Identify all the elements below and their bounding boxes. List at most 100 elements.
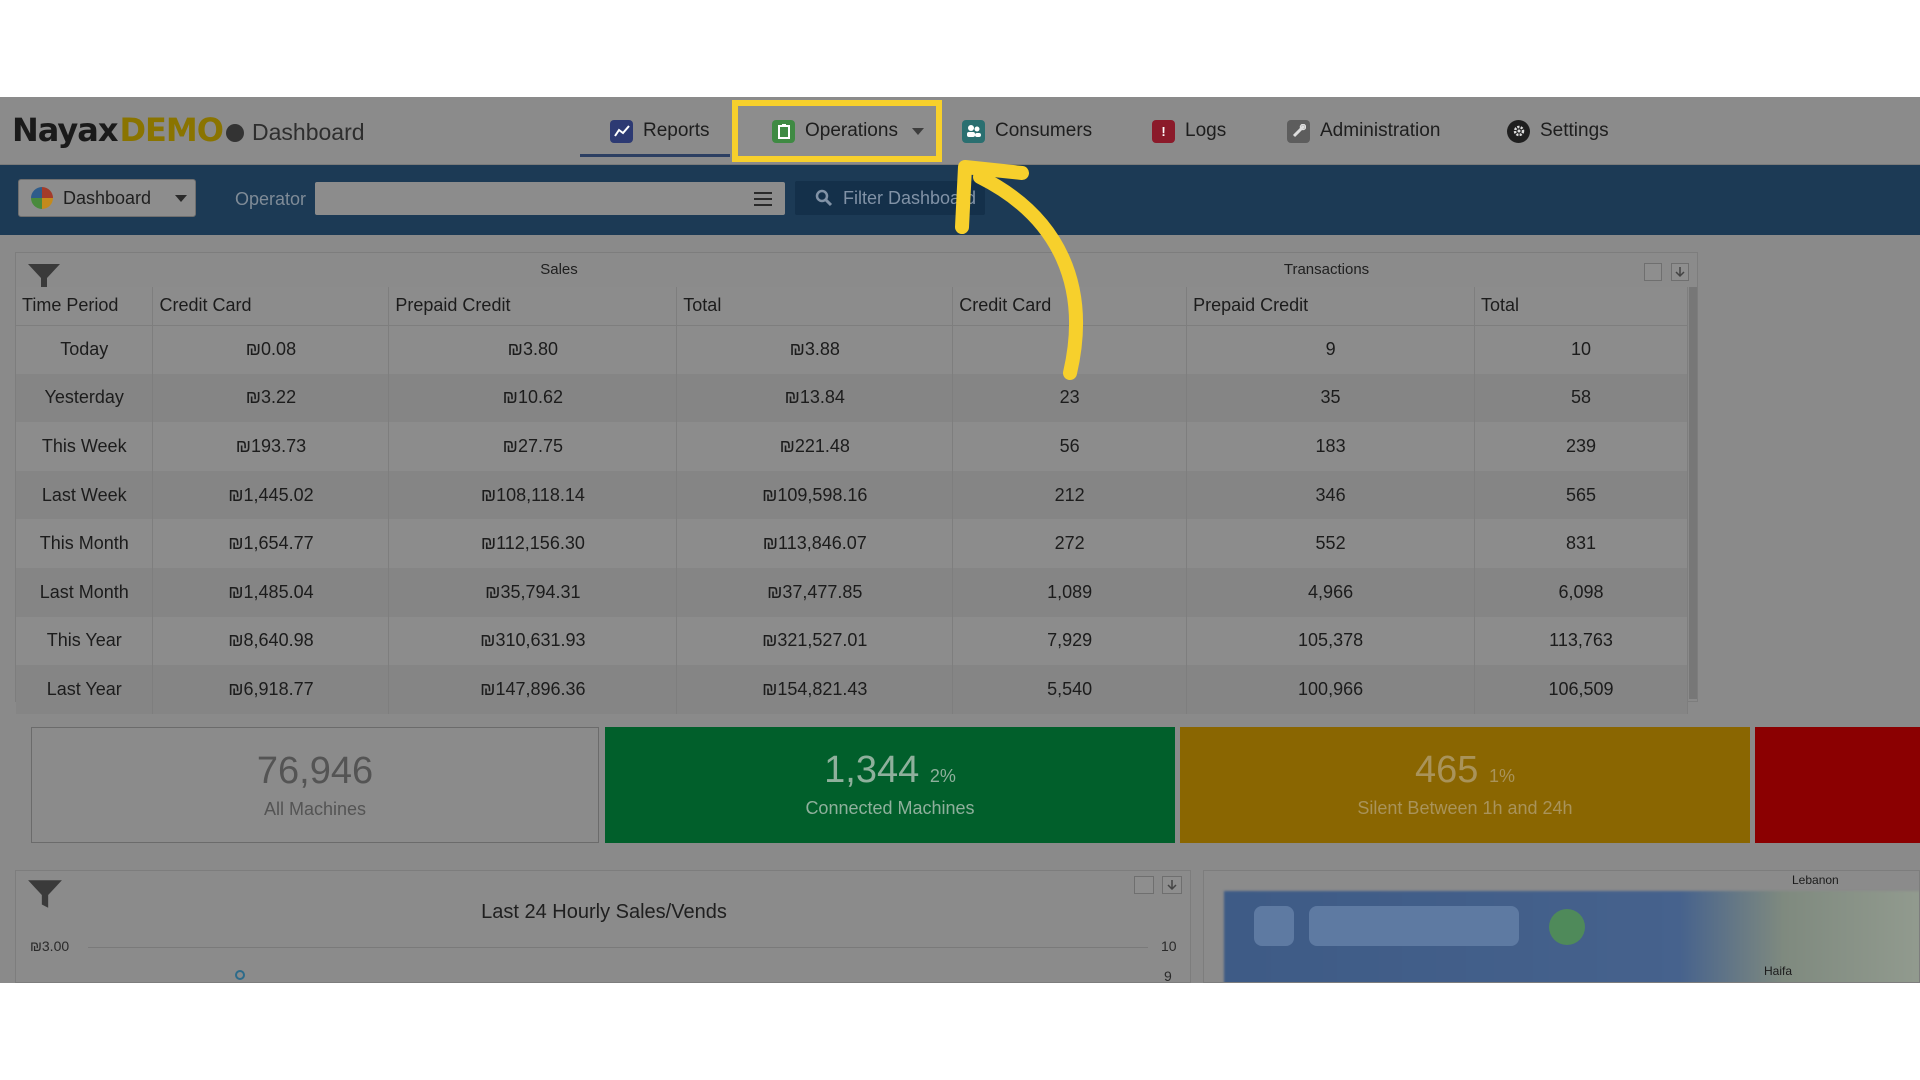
nav-settings-label: Settings	[1540, 120, 1609, 141]
tile-connected-machines[interactable]: 1,344 2% Connected Machines	[605, 727, 1175, 843]
table-row[interactable]: Yesterday ₪3.22 ₪10.62 ₪13.84 23 35 58	[16, 373, 1688, 423]
group-sales: Sales	[540, 261, 578, 278]
cell-time-period: This Month	[16, 519, 154, 568]
nav-administration[interactable]: Administration	[1287, 115, 1440, 147]
cell-tx-total: 239	[1474, 422, 1688, 471]
table-row[interactable]: This Year ₪8,640.98 ₪310,631.93 ₪321,527.01…	[16, 616, 1688, 666]
col-sales-prepaid-credit[interactable]: Prepaid Credit	[388, 287, 678, 326]
nav-settings[interactable]: Settings	[1507, 115, 1609, 147]
consumers-people-icon	[962, 119, 985, 143]
checkbox-icon[interactable]	[1644, 263, 1662, 281]
cell-tx-total: 113,763	[1474, 616, 1688, 666]
tile-all-machines[interactable]: 76,946 All Machines	[31, 727, 599, 843]
map-panel: Lebanon Haifa	[1203, 870, 1920, 983]
cell-tx-credit-card: 272	[952, 519, 1188, 568]
pie-chart-icon	[31, 187, 53, 209]
table-row[interactable]: This Week ₪193.73 ₪27.75 ₪221.48 56 183 239	[16, 422, 1688, 471]
cell-tx-prepaid-credit: 9	[1186, 325, 1476, 374]
table-scrollbar[interactable]	[1689, 287, 1697, 699]
col-tx-prepaid-credit[interactable]: Prepaid Credit	[1186, 287, 1476, 326]
cell-tx-prepaid-credit: 183	[1186, 422, 1476, 471]
chart-data-point[interactable]	[235, 970, 245, 980]
cell-sales-credit-card: ₪3.22	[152, 373, 390, 423]
nav-consumers-label: Consumers	[995, 120, 1093, 141]
cell-time-period: Today	[16, 325, 154, 374]
cell-sales-total: ₪37,477.85	[676, 567, 954, 617]
col-time-period[interactable]: Time Period	[16, 287, 154, 326]
map-label-city: Haifa	[1764, 964, 1793, 978]
nav-operations[interactable]: Operations	[772, 115, 924, 147]
dashboard-dot-icon	[226, 123, 244, 142]
cell-time-period: This Year	[16, 616, 154, 666]
dashboard-dropdown[interactable]: Dashboard	[18, 179, 196, 217]
cell-sales-prepaid-credit: ₪10.62	[388, 373, 678, 423]
connected-label: Connected Machines	[805, 798, 975, 818]
col-sales-total[interactable]: Total	[676, 287, 954, 326]
nav-administration-label: Administration	[1320, 120, 1441, 141]
nav-consumers[interactable]: Consumers	[962, 115, 1092, 147]
search-icon	[815, 189, 833, 207]
cell-tx-credit-card: 212	[952, 470, 1188, 520]
map-marker-icon[interactable]	[1549, 909, 1585, 945]
operator-input[interactable]	[315, 182, 785, 215]
reports-chart-icon	[610, 119, 633, 143]
map-label-top: Lebanon	[1792, 873, 1839, 887]
tile-offline-machines[interactable]	[1755, 727, 1920, 843]
chart-tools	[1134, 876, 1182, 894]
nav-logs[interactable]: ! Logs	[1152, 115, 1226, 147]
cell-sales-credit-card: ₪193.73	[152, 422, 390, 471]
table-row[interactable]: Last Year ₪6,918.77 ₪147,896.36 ₪154,821.43…	[16, 665, 1688, 714]
breadcrumb: Dashboard	[226, 119, 365, 146]
cell-time-period: This Week	[16, 422, 154, 471]
download-icon[interactable]	[1671, 263, 1689, 281]
administration-tools-icon	[1287, 119, 1310, 143]
table-row[interactable]: Last Month ₪1,485.04 ₪35,794.31 ₪37,477.85 1…	[16, 567, 1688, 617]
camera-icon[interactable]	[1134, 876, 1154, 894]
connected-count-wrap: 1,344 2%	[605, 749, 1175, 792]
nav-reports[interactable]: Reports	[610, 115, 710, 147]
table-row[interactable]: Last Week ₪1,445.02 ₪108,118.14 ₪109,598.16…	[16, 470, 1688, 520]
cell-sales-prepaid-credit: ₪310,631.93	[388, 616, 678, 666]
cell-sales-total: ₪154,821.43	[676, 665, 954, 714]
cell-sales-prepaid-credit: ₪147,896.36	[388, 665, 678, 714]
silent-count-wrap: 465 1%	[1180, 749, 1750, 792]
cell-tx-prepaid-credit: 35	[1186, 373, 1476, 423]
sales-table: Time Period Credit Card Prepaid Credit T…	[16, 287, 1688, 714]
logo[interactable]: NayaxDEMO	[12, 111, 224, 149]
cell-tx-prepaid-credit: 4,966	[1186, 567, 1476, 617]
cell-time-period: Last Month	[16, 567, 154, 617]
list-icon[interactable]	[754, 192, 772, 206]
cell-sales-credit-card: ₪1,485.04	[152, 567, 390, 617]
cell-time-period: Yesterday	[16, 373, 154, 423]
cell-tx-total: 106,509	[1474, 665, 1688, 714]
table-row[interactable]: Today ₪0.08 ₪3.80 ₪3.88 9 10	[16, 325, 1688, 374]
cell-tx-total: 565	[1474, 470, 1688, 520]
filter-dashboard-button[interactable]: Filter Dashboard	[795, 181, 985, 215]
dashboard-dropdown-label: Dashboard	[63, 187, 152, 208]
map-control[interactable]	[1254, 906, 1294, 946]
logs-alert-icon: !	[1152, 119, 1175, 143]
tile-silent-machines[interactable]: 465 1% Silent Between 1h and 24h	[1180, 727, 1750, 843]
cell-sales-total: ₪113,846.07	[676, 519, 954, 568]
cell-tx-total: 6,098	[1474, 567, 1688, 617]
col-tx-total[interactable]: Total	[1474, 287, 1688, 326]
cell-tx-credit-card	[952, 325, 1188, 374]
cell-sales-total: ₪3.88	[676, 325, 954, 374]
silent-label: Silent Between 1h and 24h	[1357, 798, 1573, 818]
table-row[interactable]: This Month ₪1,654.77 ₪112,156.30 ₪113,846.0…	[16, 519, 1688, 568]
cell-sales-credit-card: ₪8,640.98	[152, 616, 390, 666]
sales-transactions-panel: Sales Transactions Time Period Credit Ca…	[15, 252, 1698, 714]
download-icon[interactable]	[1162, 876, 1182, 894]
group-transactions: Transactions	[1283, 261, 1370, 278]
col-sales-credit-card[interactable]: Credit Card	[152, 287, 390, 326]
cell-tx-prepaid-credit: 346	[1186, 470, 1476, 520]
col-tx-credit-card[interactable]: Credit Card	[952, 287, 1188, 326]
cell-tx-prepaid-credit: 100,966	[1186, 665, 1476, 714]
all-machines-count: 76,946	[256, 750, 374, 792]
operator-label: Operator	[235, 189, 307, 209]
map-search[interactable]	[1309, 906, 1519, 946]
cell-sales-prepaid-credit: ₪27.75	[388, 422, 678, 471]
cell-tx-credit-card: 5,540	[952, 665, 1188, 714]
cell-tx-total: 10	[1474, 325, 1688, 374]
cell-time-period: Last Year	[16, 665, 154, 714]
